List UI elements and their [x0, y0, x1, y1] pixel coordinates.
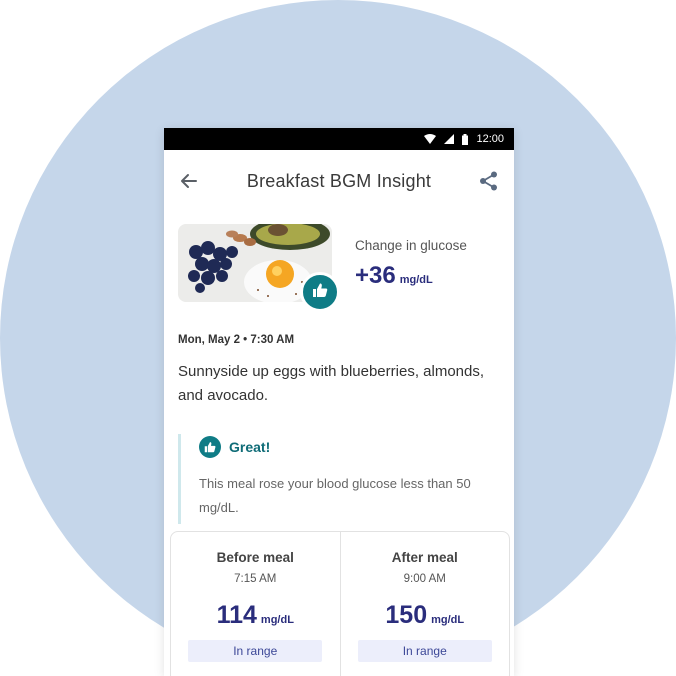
glucose-change-unit: mg/dL	[399, 274, 433, 286]
after-meal-reading: After meal 9:00 AM 150 mg/dL In range	[339, 532, 510, 676]
before-meal-title: Before meal	[216, 550, 294, 565]
app-bar: Breakfast BGM Insight	[164, 150, 514, 212]
wifi-icon	[424, 134, 437, 144]
before-meal-value: 114 mg/dL	[171, 601, 340, 630]
before-meal-status-badge: In range	[188, 640, 323, 662]
status-bar: 12:00	[164, 128, 514, 150]
insight-callout: Great! This meal rose your blood glucose…	[178, 434, 500, 524]
callout-title: Great!	[229, 439, 271, 455]
after-meal-value: 150 mg/dL	[341, 601, 510, 630]
before-meal-unit: mg/dL	[260, 614, 294, 626]
before-meal-reading: Before meal 7:15 AM 114 mg/dL In range	[171, 532, 340, 676]
after-meal-number: 150	[385, 601, 428, 629]
glucose-readings-card: Before meal 7:15 AM 114 mg/dL In range Af…	[170, 531, 510, 676]
callout-text: This meal rose your blood glucose less t…	[199, 476, 471, 515]
meal-date: Mon, May 2 • 7:30 AM	[178, 334, 295, 346]
after-meal-unit: mg/dL	[431, 614, 465, 626]
share-icon[interactable]	[478, 170, 500, 192]
thumbs-up-badge	[300, 272, 340, 312]
after-meal-status-badge: In range	[357, 640, 492, 662]
phone-screen: 12:00 Breakfast BGM Insight Change in gl…	[164, 128, 514, 676]
thumbs-up-icon	[312, 282, 328, 303]
before-meal-number: 114	[216, 601, 257, 629]
glucose-change-value: +36 mg/dL	[355, 262, 433, 290]
page-title: Breakfast BGM Insight	[246, 170, 432, 191]
battery-icon	[462, 133, 469, 145]
after-meal-title: After meal	[391, 550, 458, 565]
meal-summary: Change in glucose +36 mg/dL	[164, 212, 514, 312]
status-time: 12:00	[476, 133, 504, 145]
callout-header: Great!	[199, 434, 500, 458]
after-meal-time: 9:00 AM	[403, 573, 446, 585]
meal-description: Sunnyside up eggs with blueberries, almo…	[178, 363, 485, 404]
back-arrow-icon[interactable]	[178, 170, 200, 192]
thumbs-up-icon	[199, 436, 221, 458]
signal-icon	[444, 134, 455, 144]
glucose-change-number: +36	[355, 262, 396, 289]
glucose-change-label: Change in glucose	[355, 238, 467, 253]
before-meal-time: 7:15 AM	[234, 573, 277, 585]
